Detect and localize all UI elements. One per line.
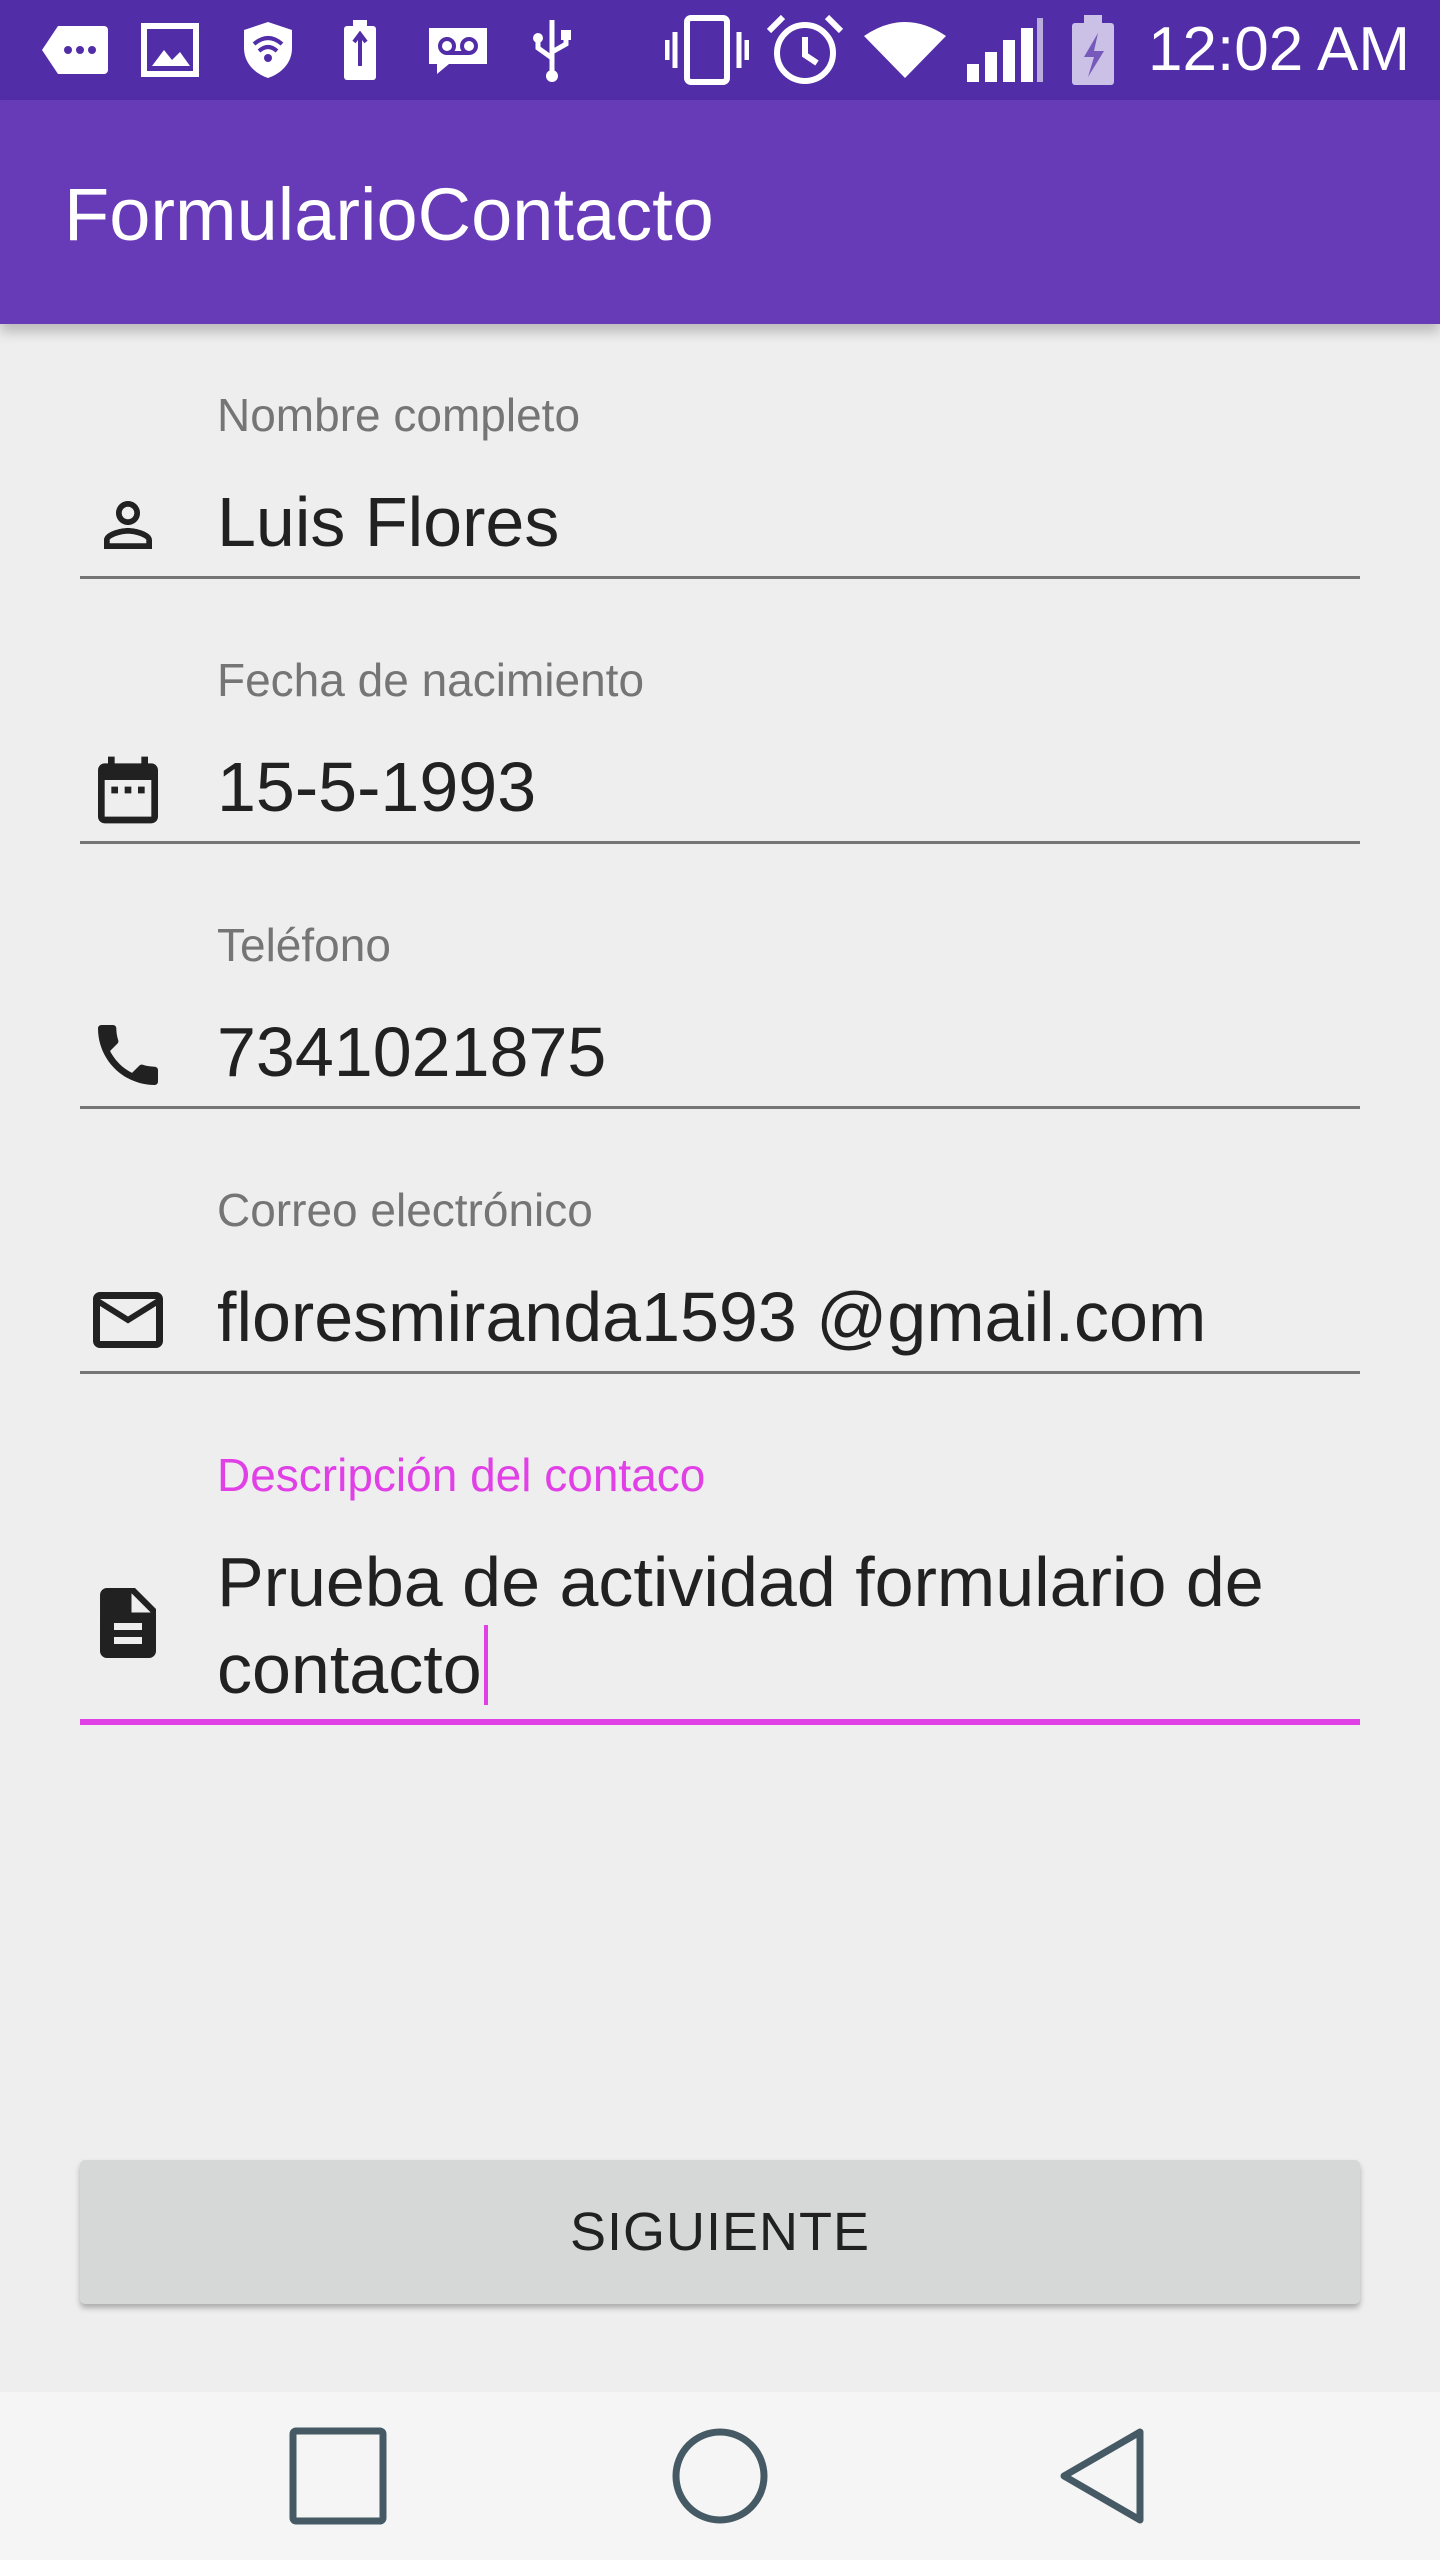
name-field-label: Nombre completo (217, 389, 581, 441)
birthdate-field-label: Fecha de nacimiento (217, 654, 645, 706)
status-bar: 12:02 AM (0, 0, 1440, 100)
email-input[interactable]: floresmiranda1593 @gmail.com (217, 1274, 1206, 1360)
document-icon (80, 1575, 176, 1671)
name-field[interactable]: Nombre completo Luis Flores (80, 387, 1360, 587)
home-circle-icon[interactable] (650, 2406, 790, 2546)
phone-field[interactable]: Teléfono 7341021875 (80, 917, 1360, 1117)
description-field-label: Descripción del contaco (217, 1449, 706, 1501)
description-field-underline (80, 1719, 1360, 1725)
phone-icon (80, 1007, 176, 1103)
alarm-icon (765, 14, 845, 84)
mail-icon (80, 1272, 176, 1368)
description-text: Prueba de actividad formulario de contac… (217, 1543, 1264, 1708)
back-triangle-icon[interactable] (1034, 2406, 1174, 2546)
email-field-label: Correo electrónico (217, 1184, 593, 1236)
description-field[interactable]: Descripción del contaco Prueba de activi… (80, 1447, 1360, 1737)
phone-field-underline (80, 1106, 1360, 1109)
wifi-icon (862, 18, 948, 82)
birthdate-field-underline (80, 841, 1360, 844)
battery-charging-icon (1068, 15, 1118, 85)
calendar-icon (80, 742, 176, 838)
description-input[interactable]: Prueba de actividad formulario de contac… (217, 1539, 1357, 1712)
battery-usb-icon (340, 18, 380, 82)
status-time: 12:02 AM (1148, 15, 1410, 84)
email-field[interactable]: Correo electrónico floresmiranda1593 @gm… (80, 1182, 1360, 1382)
signal-icon (965, 18, 1045, 82)
name-input[interactable]: Luis Flores (217, 479, 559, 565)
recents-square-icon[interactable] (268, 2406, 408, 2546)
vibrate-icon (665, 15, 749, 85)
text-cursor (483, 1625, 488, 1705)
birthdate-input[interactable]: 15-5-1993 (217, 744, 536, 830)
app-bar: FormularioContacto (0, 100, 1440, 324)
shield-wifi-icon (240, 18, 296, 82)
app-title: FormularioContacto (64, 173, 714, 256)
notification-dots-icon (40, 18, 110, 82)
email-field-underline (80, 1371, 1360, 1374)
next-button[interactable]: SIGUIENTE (80, 2160, 1360, 2304)
person-icon (80, 477, 176, 573)
screen: 12:02 AM FormularioContacto Nombre compl… (0, 0, 1440, 2560)
name-field-underline (80, 576, 1360, 579)
image-icon (140, 18, 200, 82)
usb-icon (530, 18, 574, 82)
birthdate-field[interactable]: Fecha de nacimiento 15-5-1993 (80, 652, 1360, 852)
navigation-bar (0, 2392, 1440, 2560)
voicemail-icon (425, 18, 491, 82)
phone-field-label: Teléfono (217, 919, 391, 971)
phone-input[interactable]: 7341021875 (217, 1009, 606, 1095)
